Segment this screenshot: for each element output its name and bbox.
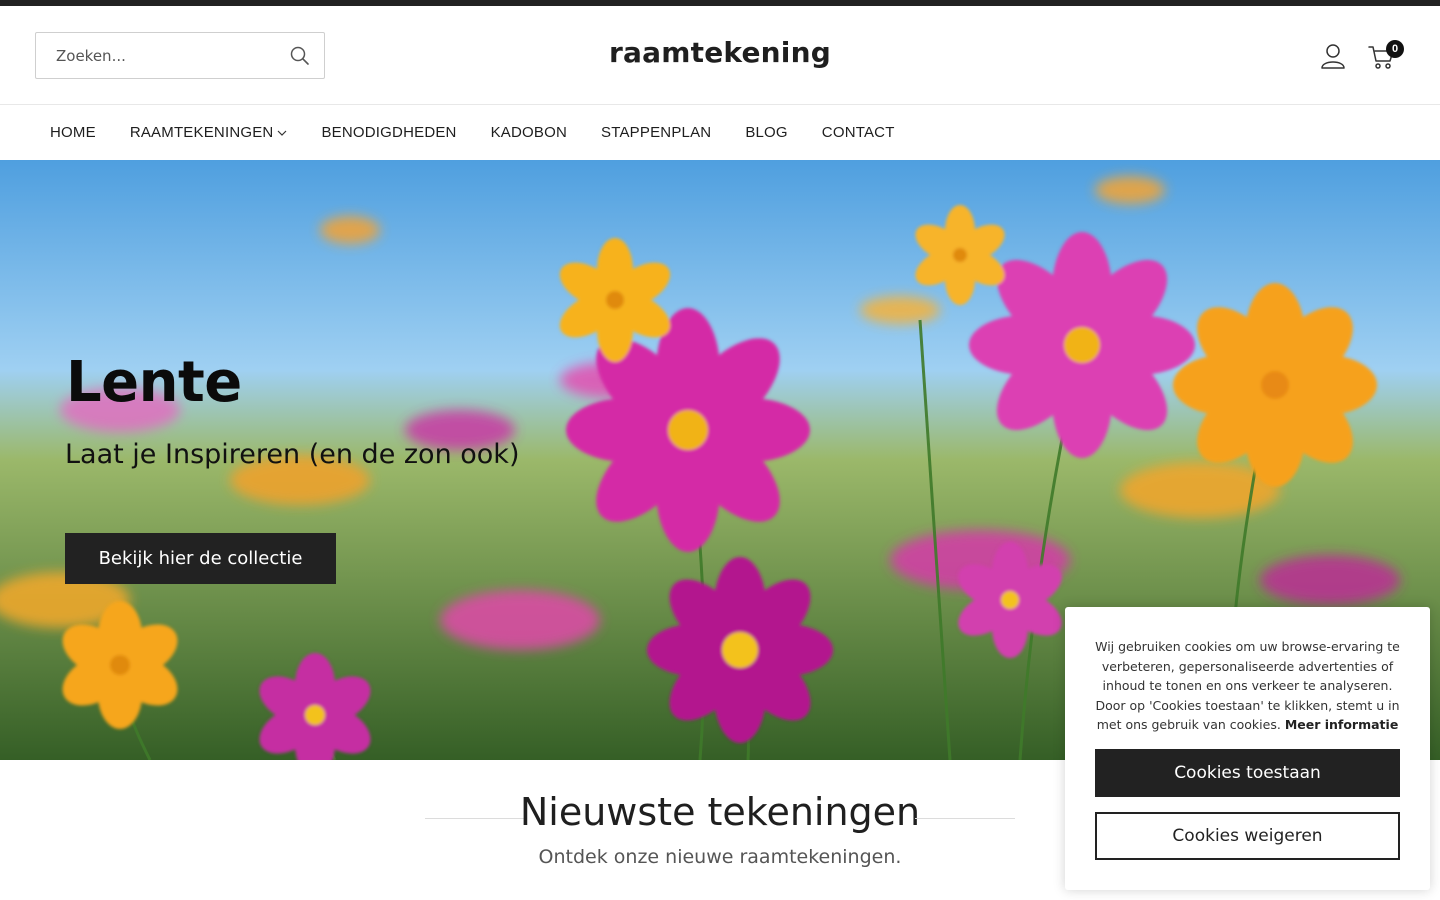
logo-link[interactable]: raamtekening: [609, 36, 831, 69]
title-divider-right: [915, 818, 1015, 819]
nav-label: STAPPENPLAN: [601, 124, 712, 141]
main-nav: HOME RAAMTEKENINGEN BENODIGDHEDEN KADOBO…: [0, 105, 1440, 160]
cookie-text-block: Wij gebruiken cookies om uw browse-ervar…: [1093, 637, 1402, 735]
cart-count-badge: 0: [1386, 40, 1404, 58]
hero-subtitle: Laat je Inspireren (en de zon ook): [65, 439, 520, 470]
cookie-banner: Wij gebruiken cookies om uw browse-ervar…: [1065, 607, 1430, 890]
nav-label: BLOG: [745, 124, 788, 141]
nav-item-kadobon[interactable]: KADOBON: [474, 124, 584, 141]
nav-item-benodigdheden[interactable]: BENODIGDHEDEN: [304, 124, 473, 141]
hero-title: Lente: [66, 350, 242, 415]
account-icon[interactable]: [1320, 43, 1346, 69]
view-collection-button[interactable]: Bekijk hier de collectie: [65, 533, 336, 584]
nav-item-raamtekeningen[interactable]: RAAMTEKENINGEN: [113, 124, 305, 141]
nav-label: KADOBON: [490, 124, 568, 141]
nav-label: CONTACT: [821, 124, 895, 141]
nav-label: RAAMTEKENINGEN: [129, 124, 274, 141]
more-info-link[interactable]: Meer informatie: [1285, 717, 1398, 732]
deny-cookies-button[interactable]: Cookies weigeren: [1095, 812, 1400, 860]
nav-item-stappenplan[interactable]: STAPPENPLAN: [584, 124, 728, 141]
allow-cookies-button[interactable]: Cookies toestaan: [1095, 749, 1400, 797]
site-logo: raamtekening: [0, 36, 1440, 69]
nav-item-blog[interactable]: BLOG: [728, 124, 804, 141]
chevron-down-icon: [278, 130, 287, 136]
nav-item-home[interactable]: HOME: [33, 124, 113, 141]
nav-label: BENODIGDHEDEN: [321, 124, 457, 141]
nav-item-contact[interactable]: CONTACT: [805, 124, 912, 141]
nav-label: HOME: [50, 124, 96, 141]
site-header: raamtekening 0: [0, 6, 1440, 105]
